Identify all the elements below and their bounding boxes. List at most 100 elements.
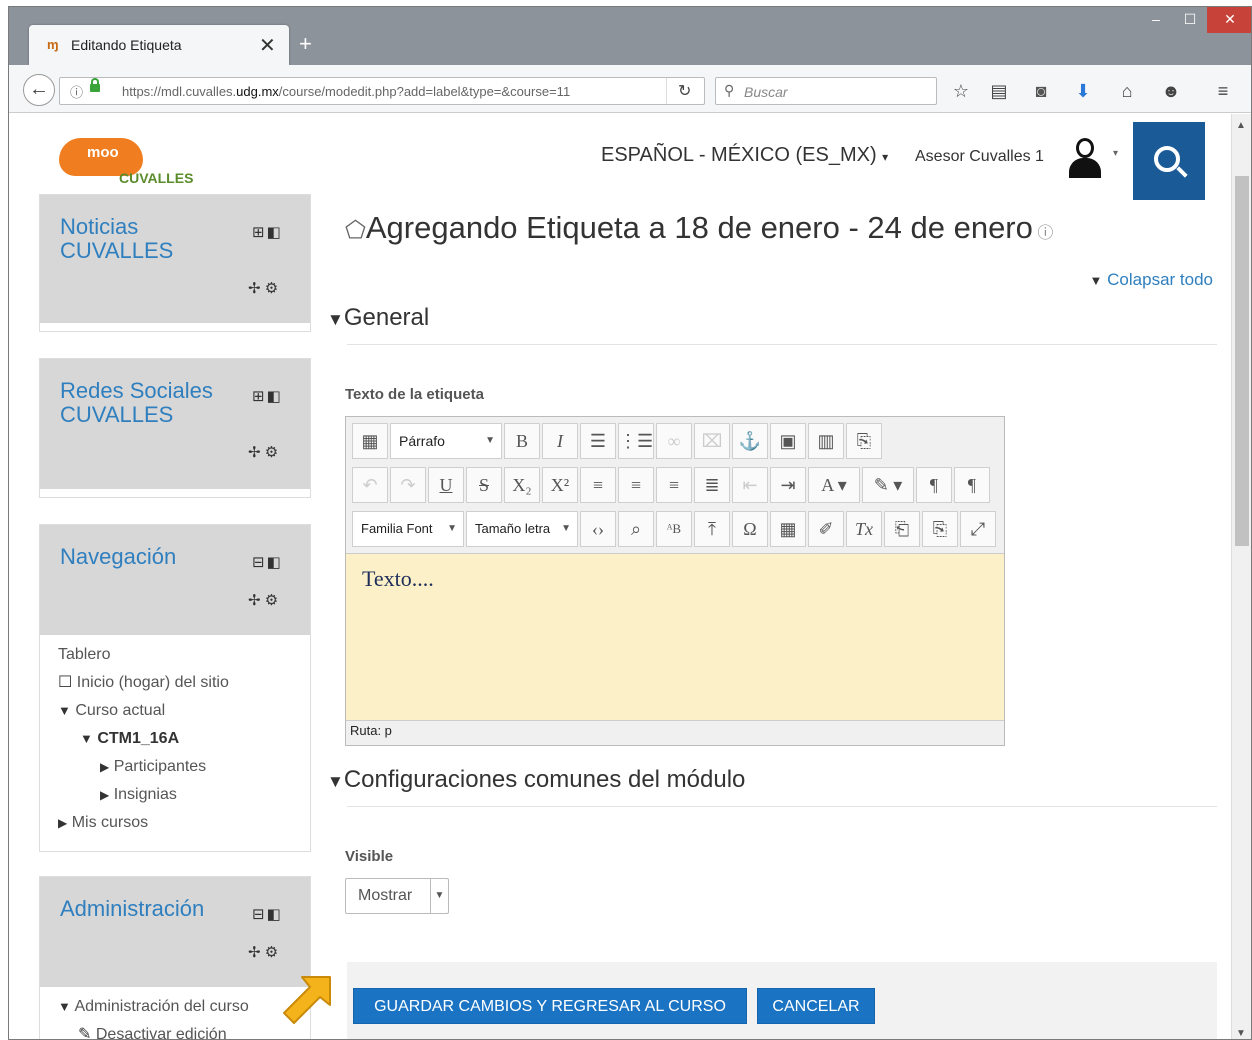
page-scrollbar[interactable]: ▲ ▼	[1231, 114, 1251, 1039]
block-title[interactable]: Redes Sociales CUVALLES	[60, 379, 240, 427]
editor-content-area[interactable]: Texto....	[346, 553, 1004, 721]
editor-text[interactable]: Texto....	[362, 566, 434, 592]
html-icon[interactable]: ‹›	[580, 511, 616, 547]
nav-item-participantes[interactable]: ▶ Participantes	[58, 753, 229, 781]
ordered-list-icon[interactable]: ⋮☰	[618, 423, 654, 459]
language-menu[interactable]: ESPAÑOL - MÉXICO (ES_MX) ▾	[601, 144, 888, 167]
unlink-icon[interactable]: ⌧	[694, 423, 730, 459]
nav-item-curso-actual[interactable]: ▼ Curso actual	[58, 697, 229, 725]
user-menu-caret-icon[interactable]: ▾	[1113, 148, 1118, 159]
superscript-icon[interactable]: X²	[542, 467, 578, 503]
maximize-button[interactable]: ☐	[1173, 7, 1207, 33]
strikethrough-icon[interactable]: S	[466, 467, 502, 503]
collapse-all-link[interactable]: ▼ Colapsar todo	[1090, 270, 1213, 290]
minimize-button[interactable]: –	[1139, 7, 1173, 33]
find-replace-icon[interactable]: ᴬB	[656, 511, 692, 547]
pocket-icon[interactable]: ◙	[1029, 81, 1053, 102]
media-icon[interactable]: ▥	[808, 423, 844, 459]
block-title[interactable]: Noticias CUVALLES	[60, 215, 240, 263]
align-center-icon[interactable]: ≡	[618, 467, 654, 503]
download-icon[interactable]: ⬇	[1071, 81, 1095, 102]
block-title[interactable]: Administración	[60, 897, 240, 921]
menu-icon[interactable]: ≡	[1211, 81, 1235, 102]
url-bar[interactable]: ⓘ https://mdl.cuvalles.udg.mx/course/mod…	[59, 77, 705, 105]
outdent-icon[interactable]: ⇤	[732, 467, 768, 503]
reload-icon[interactable]: ↻	[678, 81, 691, 101]
nav-item-inicio[interactable]: ☐ Inicio (hogar) del sitio	[58, 669, 229, 697]
anchor-icon[interactable]: ⚓	[732, 423, 768, 459]
nav-item-mis-cursos[interactable]: ▶ Mis cursos	[58, 809, 229, 837]
toolbar-toggle-icon[interactable]: ▦	[352, 423, 388, 459]
browser-search-box[interactable]: ⚲ Buscar	[715, 77, 937, 105]
tab-close-icon[interactable]: ✕	[259, 33, 276, 58]
nav-item-insignias[interactable]: ▶ Insignias	[58, 781, 229, 809]
site-info-icon[interactable]: ⓘ	[70, 82, 83, 101]
underline-icon[interactable]: U	[428, 467, 464, 503]
upload-icon[interactable]: ⤒	[694, 511, 730, 547]
background-color-icon[interactable]: ✎ ▾	[862, 467, 914, 503]
justify-icon[interactable]: ≣	[694, 467, 730, 503]
nav-item-course[interactable]: ▼ CTM1_16A	[58, 725, 229, 753]
table-icon[interactable]: ▦	[770, 511, 806, 547]
font-size-select[interactable]: Tamaño letra ▼	[466, 511, 578, 547]
scrollbar-thumb[interactable]	[1235, 176, 1249, 546]
cancel-button[interactable]: CANCELAR	[757, 988, 875, 1024]
block-collapse-icon[interactable]: ⊟◧	[252, 905, 283, 923]
special-char-icon[interactable]: Ω	[732, 511, 768, 547]
find-icon[interactable]: ⌕	[618, 511, 654, 547]
image-icon[interactable]: ▣	[770, 423, 806, 459]
paste-text-icon[interactable]: ⎗	[884, 511, 920, 547]
move-icon[interactable]: ✢ ⚙	[248, 443, 278, 461]
nav-item-tablero[interactable]: Tablero	[58, 641, 229, 669]
new-tab-button[interactable]: +	[299, 31, 312, 57]
subscript-icon[interactable]: X₂	[504, 467, 540, 503]
redo-icon[interactable]: ↷	[390, 467, 426, 503]
fullscreen-icon[interactable]: ⤢	[960, 511, 996, 547]
block-dock-icon[interactable]: ⊞◧	[252, 223, 283, 241]
user-menu[interactable]: Asesor Cuvalles 1	[915, 148, 1044, 166]
bold-icon[interactable]: B	[504, 423, 540, 459]
close-window-button[interactable]: ✕	[1207, 7, 1251, 33]
paragraph-select[interactable]: Párrafo ▼	[390, 423, 502, 459]
moodle-favicon-icon: ɱ	[47, 37, 59, 52]
help-icon[interactable]: ⓘ	[1033, 225, 1053, 242]
admin-item-course-admin[interactable]: ▼ Administración del curso	[58, 993, 249, 1021]
admin-item-desactivar-edicion[interactable]: ✎ Desactivar edición	[58, 1021, 249, 1039]
italic-icon[interactable]: I	[542, 423, 578, 459]
move-icon[interactable]: ✢ ⚙	[248, 943, 278, 961]
block-title[interactable]: Navegación	[60, 545, 240, 569]
chat-icon[interactable]: ☻	[1159, 81, 1183, 102]
manage-files-icon[interactable]: ⎘	[846, 423, 882, 459]
back-button[interactable]: ←	[23, 74, 55, 106]
block-dock-icon[interactable]: ⊞◧	[252, 387, 283, 405]
avatar[interactable]	[1067, 138, 1101, 178]
paste-word-icon[interactable]: ⎘	[922, 511, 958, 547]
section-common-settings-header[interactable]: ▼Configuraciones comunes del módulo	[327, 766, 745, 794]
clean-icon[interactable]: ✐	[808, 511, 844, 547]
search-placeholder: Buscar	[744, 84, 788, 100]
align-right-icon[interactable]: ≡	[656, 467, 692, 503]
unordered-list-icon[interactable]: ☰	[580, 423, 616, 459]
align-left-icon[interactable]: ≡	[580, 467, 616, 503]
bookmarks-icon[interactable]: ▤	[987, 81, 1011, 102]
site-search-button[interactable]	[1133, 122, 1205, 200]
visible-select[interactable]: Mostrar ▼	[345, 878, 449, 914]
font-color-icon[interactable]: A ▾	[808, 467, 860, 503]
move-icon[interactable]: ✢ ⚙	[248, 591, 278, 609]
link-icon[interactable]: ∞	[656, 423, 692, 459]
undo-icon[interactable]: ↶	[352, 467, 388, 503]
clear-format-icon[interactable]: Tx	[846, 511, 882, 547]
scroll-up-icon[interactable]: ▲	[1236, 120, 1246, 131]
move-icon[interactable]: ✢ ⚙	[248, 279, 278, 297]
save-and-return-button[interactable]: GUARDAR CAMBIOS Y REGRESAR AL CURSO	[353, 988, 747, 1024]
block-collapse-icon[interactable]: ⊟◧	[252, 553, 283, 571]
star-icon[interactable]: ☆	[949, 81, 973, 102]
browser-tab[interactable]: ɱ Editando Etiqueta ✕	[29, 25, 289, 65]
home-icon[interactable]: ⌂	[1115, 81, 1139, 102]
font-family-select[interactable]: Familia Font ▼	[352, 511, 464, 547]
indent-icon[interactable]: ⇥	[770, 467, 806, 503]
section-general-header[interactable]: ▼General	[327, 304, 429, 332]
scroll-down-icon[interactable]: ▼	[1236, 1028, 1246, 1039]
rtl-icon[interactable]: ¶	[954, 467, 990, 503]
ltr-icon[interactable]: ¶	[916, 467, 952, 503]
